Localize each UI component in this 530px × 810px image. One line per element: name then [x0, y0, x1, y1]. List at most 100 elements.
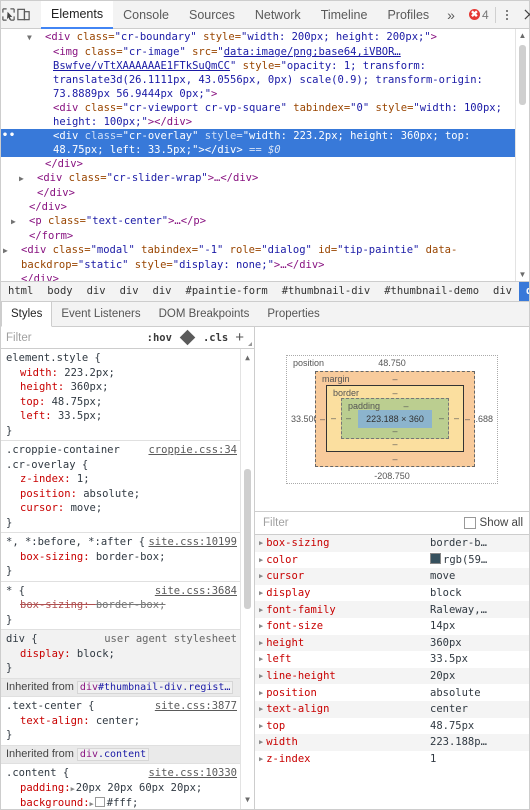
breadcrumb-item-8[interactable]: div	[486, 282, 519, 301]
css-value[interactable]: absolute;	[83, 488, 140, 500]
computed-property-row[interactable]: ▶ width 223.188p…	[255, 734, 529, 751]
css-declaration[interactable]: box-sizing: border-box;	[6, 598, 237, 613]
tab-profiles[interactable]: Profiles	[377, 1, 439, 28]
rule-origin-link[interactable]: site.css:10199	[148, 535, 237, 550]
scroll-down-arrow-icon[interactable]: ▼	[519, 268, 527, 281]
dom-node[interactable]: ▶ <p class="text-center">…</p>	[1, 214, 516, 229]
css-declaration[interactable]: box-sizing: border-box;	[6, 550, 237, 565]
box-model-margin-bottom[interactable]: ‒	[316, 454, 474, 464]
rule-selector[interactable]: .content {	[6, 767, 69, 779]
breadcrumb-item-6[interactable]: #thumbnail-div	[275, 282, 378, 301]
dom-node[interactable]: <div class="cr-viewport cr-vp-square" ta…	[1, 101, 516, 129]
computed-property-row[interactable]: ▶ color rgb(59…	[255, 552, 529, 569]
computed-property-row[interactable]: ▶ top 48.75px	[255, 718, 529, 735]
box-model-padding-left[interactable]: ‒	[346, 413, 351, 423]
box-model-position-top[interactable]: 48.750	[287, 358, 497, 368]
expand-triangle-icon[interactable]: ▶	[259, 689, 263, 697]
box-model-border-left[interactable]: ‒	[331, 413, 336, 423]
css-value[interactable]: border-box;	[96, 551, 166, 563]
css-declaration[interactable]: top: 48.75px;	[6, 395, 237, 410]
sidebar-tab-properties[interactable]: Properties	[258, 302, 328, 326]
css-value[interactable]: border-box;	[96, 599, 166, 611]
show-all-checkbox[interactable]	[463, 517, 476, 529]
styles-rules-list[interactable]: element.style { width: 223.2px; height: 36…	[1, 349, 241, 809]
css-value[interactable]: 360px;	[71, 381, 109, 393]
styles-scroll-up-arrow-icon[interactable]: ▲	[245, 349, 250, 368]
css-value[interactable]: move;	[71, 502, 103, 514]
expand-triangle-icon[interactable]: ▶	[259, 639, 263, 647]
css-declaration[interactable]: padding:▶20px 20px 60px 20px;	[6, 781, 237, 797]
expand-triangle-icon[interactable]: ▶	[259, 738, 263, 746]
css-declaration[interactable]: background:▶ #fff;	[6, 796, 237, 809]
css-declaration[interactable]: height: 360px;	[6, 380, 237, 395]
disclosure-triangle-icon[interactable]: ▼	[27, 31, 45, 45]
style-rule[interactable]: user agent stylesheet div {display: block…	[1, 630, 241, 679]
css-value[interactable]: 20px 20px 60px 20px;	[76, 782, 202, 794]
dom-node[interactable]: </div>	[1, 186, 516, 200]
expand-triangle-icon[interactable]: ▶	[259, 589, 263, 597]
css-declaration[interactable]: text-align: center;	[6, 714, 237, 729]
computed-property-row[interactable]: ▶ font-size 14px	[255, 618, 529, 635]
box-model-margin-left[interactable]: ‒	[320, 414, 325, 424]
show-all-toggle[interactable]: Show all	[463, 517, 523, 529]
css-value[interactable]: block;	[77, 648, 115, 660]
breadcrumb-item-1[interactable]: body	[40, 282, 79, 301]
rule-selector[interactable]: element.style {	[6, 352, 101, 364]
computed-property-row[interactable]: ▶ z-index 1	[255, 751, 529, 768]
dom-node[interactable]: ▶ <div class="cr-slider-wrap">…</div>	[1, 171, 516, 186]
computed-property-row[interactable]: ▶ display block	[255, 585, 529, 602]
box-model-border-right[interactable]: ‒	[454, 413, 459, 423]
disclosure-triangle-icon[interactable]: ▶	[3, 244, 21, 258]
disclosure-triangle-icon[interactable]: ▶	[11, 215, 29, 229]
style-rule[interactable]: site.css:10199 *, *:before, *:after {box-…	[1, 533, 241, 582]
dom-node[interactable]: </form>	[1, 229, 516, 243]
box-model-border-top[interactable]: ‒	[327, 388, 463, 398]
css-value[interactable]: #fff;	[107, 797, 139, 809]
style-rule[interactable]: site.css:3684 * {box-sizing: border-box;}	[1, 582, 241, 630]
expand-triangle-icon[interactable]: ▶	[259, 722, 263, 730]
computed-property-row[interactable]: ▶ font-family Raleway,…	[255, 601, 529, 618]
dom-node[interactable]: </div>	[1, 272, 516, 281]
dom-node[interactable]: </div>	[1, 200, 516, 214]
sidebar-tab-dom-breakpoints[interactable]: DOM Breakpoints	[150, 302, 259, 326]
cls-toggle-button[interactable]: .cls	[198, 332, 233, 344]
css-declaration[interactable]: z-index: 1;	[6, 472, 237, 487]
dom-node-selected[interactable]: •••<div class="cr-overlay" style="width:…	[1, 129, 516, 157]
styles-scroll-down-arrow-icon[interactable]: ▼	[245, 791, 250, 810]
tab-console[interactable]: Console	[113, 1, 179, 28]
more-tabs-chevron-icon[interactable]: »	[439, 1, 463, 28]
computed-properties-list[interactable]: ▶ box-sizing border-b… ▶ color rgb(59… ▶ cursor…	[255, 535, 529, 809]
box-model-margin-right[interactable]: ‒	[465, 414, 470, 424]
tab-network[interactable]: Network	[245, 1, 311, 28]
plus-icon[interactable]: +	[233, 330, 248, 345]
dom-tree-list[interactable]: ▼ <div class="cr-boundary" style="width: …	[1, 29, 516, 281]
breadcrumb-item-5[interactable]: #paintie-form	[179, 282, 275, 301]
expand-triangle-icon[interactable]: ▶	[259, 539, 263, 547]
breadcrumb-item-4[interactable]: div	[146, 282, 179, 301]
css-declaration[interactable]: width: 223.2px;	[6, 366, 237, 381]
computed-filter-input[interactable]: Filter	[263, 517, 464, 529]
css-declaration[interactable]: cursor: move;	[6, 501, 237, 516]
breadcrumb-item-2[interactable]: div	[80, 282, 113, 301]
css-declaration[interactable]: left: 33.5px;	[6, 409, 237, 424]
expand-triangle-icon[interactable]: ▶	[90, 797, 94, 809]
css-declaration[interactable]: display: block;	[6, 647, 237, 662]
disclosure-triangle-icon[interactable]: ▶	[19, 172, 37, 186]
rule-selector[interactable]: .croppie-container .cr-overlay {	[6, 444, 120, 471]
breadcrumb-item-0[interactable]: html	[1, 282, 40, 301]
inspect-element-icon[interactable]	[1, 2, 16, 28]
rule-origin-link[interactable]: site.css:3684	[155, 584, 237, 599]
hov-toggle-button[interactable]: :hov	[142, 332, 177, 344]
expand-triangle-icon[interactable]: ▶	[259, 606, 263, 614]
expand-triangle-icon[interactable]: ▶	[259, 705, 263, 713]
style-rule[interactable]: site.css:3877 .text-center {text-align: c…	[1, 697, 241, 746]
rule-origin-link[interactable]: site.css:3877	[155, 699, 237, 714]
expand-triangle-icon[interactable]: ▶	[259, 556, 263, 564]
box-model-padding-right[interactable]: ‒	[439, 413, 444, 423]
expand-triangle-icon[interactable]: ▶	[259, 672, 263, 680]
color-swatch[interactable]	[94, 797, 105, 807]
sidebar-tab-styles[interactable]: Styles	[1, 302, 53, 327]
style-rule[interactable]: croppie.css:34 .croppie-container .cr-ove…	[1, 441, 241, 533]
rule-origin-link[interactable]: site.css:10330	[148, 766, 237, 781]
error-badge[interactable]: ✖ 4	[463, 8, 495, 22]
